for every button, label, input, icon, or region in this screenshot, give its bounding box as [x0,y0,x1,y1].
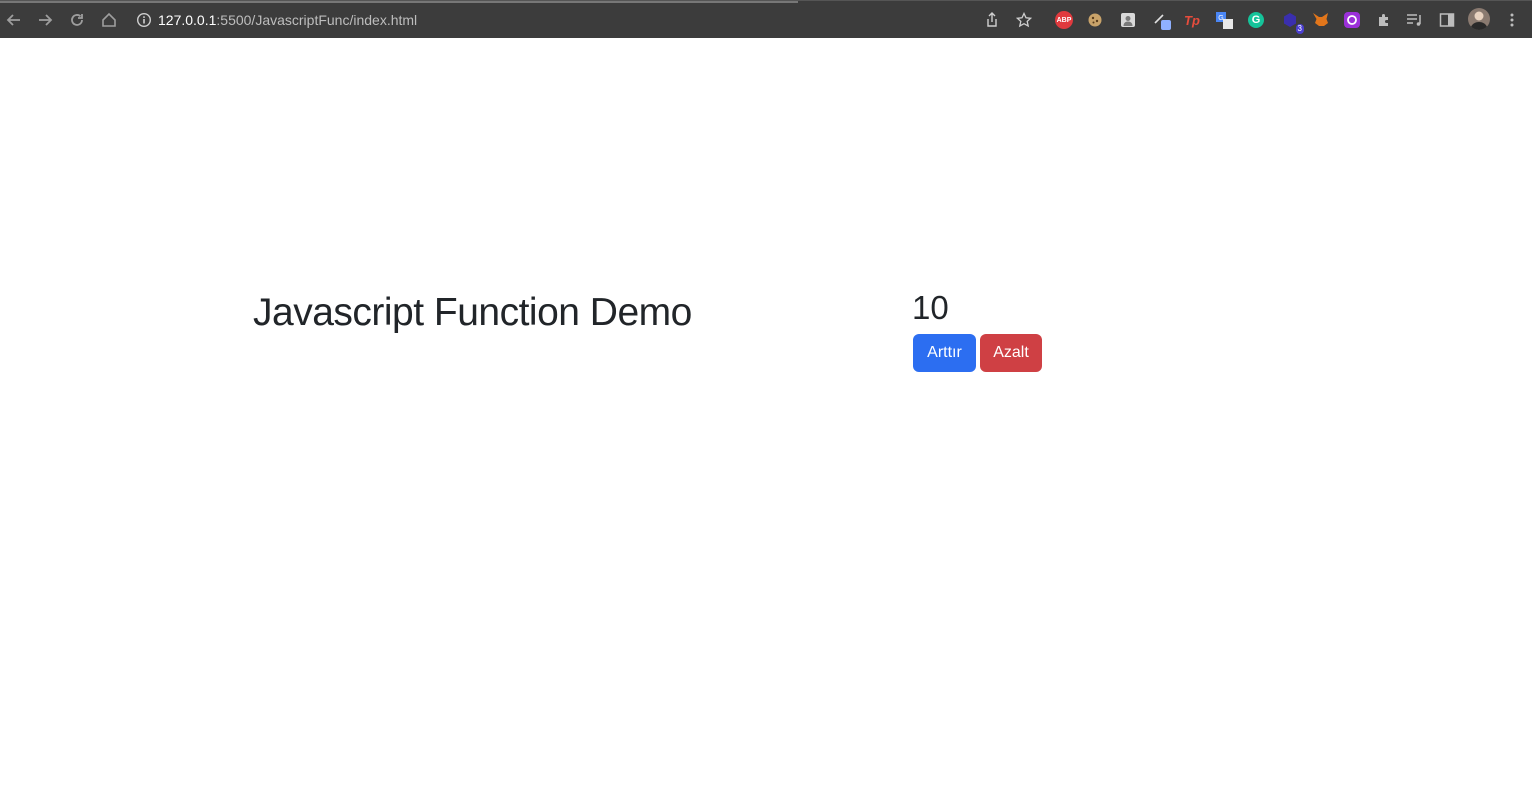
increment-button[interactable]: Arttır [913,334,976,372]
side-panel-icon[interactable] [1437,10,1457,30]
arrow-left-icon [6,14,20,26]
page-title: Javascript Function Demo [253,291,692,334]
reload-icon [71,14,83,26]
tp-icon[interactable]: Tp [1182,10,1202,30]
bookmark-button[interactable] [1013,9,1035,31]
tab-strip-edge [0,1,798,3]
site-info-icon[interactable] [130,12,158,28]
url-host: 127.0.0.1 [158,12,217,28]
url-text: 127.0.0.1:5500/JavascriptFunc/index.html [158,12,417,28]
adblock-plus-icon[interactable]: ABP [1055,11,1073,29]
cookie-icon[interactable] [1085,10,1105,30]
decrement-button[interactable]: Azalt [980,334,1042,372]
star-icon [1016,12,1032,28]
arrow-right-icon [39,14,53,26]
browser-menu-icon[interactable] [1502,10,1522,30]
cube-icon[interactable]: 3 [1280,10,1304,34]
forward-button[interactable] [32,7,58,33]
home-button[interactable] [96,7,122,33]
counter-value: 10 [912,289,949,326]
home-icon [102,12,116,27]
url-path: :5500/JavascriptFunc/index.html [216,12,418,28]
profile-avatar[interactable] [1468,8,1490,30]
address-bar[interactable]: 127.0.0.1:5500/JavascriptFunc/index.html [130,6,1040,34]
contacts-icon[interactable] [1118,10,1138,30]
reload-button[interactable] [64,7,90,33]
translate-icon[interactable]: G [1214,10,1234,30]
browser-toolbar: 127.0.0.1:5500/JavascriptFunc/index.html… [0,0,1532,38]
reading-list-icon[interactable] [1405,10,1425,30]
extensions-puzzle-icon[interactable] [1374,10,1394,30]
pen-tool-icon[interactable] [1152,10,1172,30]
grammarly-icon[interactable]: G [1248,12,1264,28]
svg-text:G: G [1218,15,1223,22]
extension-badge: 3 [1295,24,1304,34]
share-button[interactable] [981,9,1003,31]
metamask-fox-icon[interactable] [1310,10,1330,30]
purple-shield-icon[interactable] [1342,10,1362,30]
share-icon [987,12,997,27]
back-button[interactable] [1,7,27,33]
